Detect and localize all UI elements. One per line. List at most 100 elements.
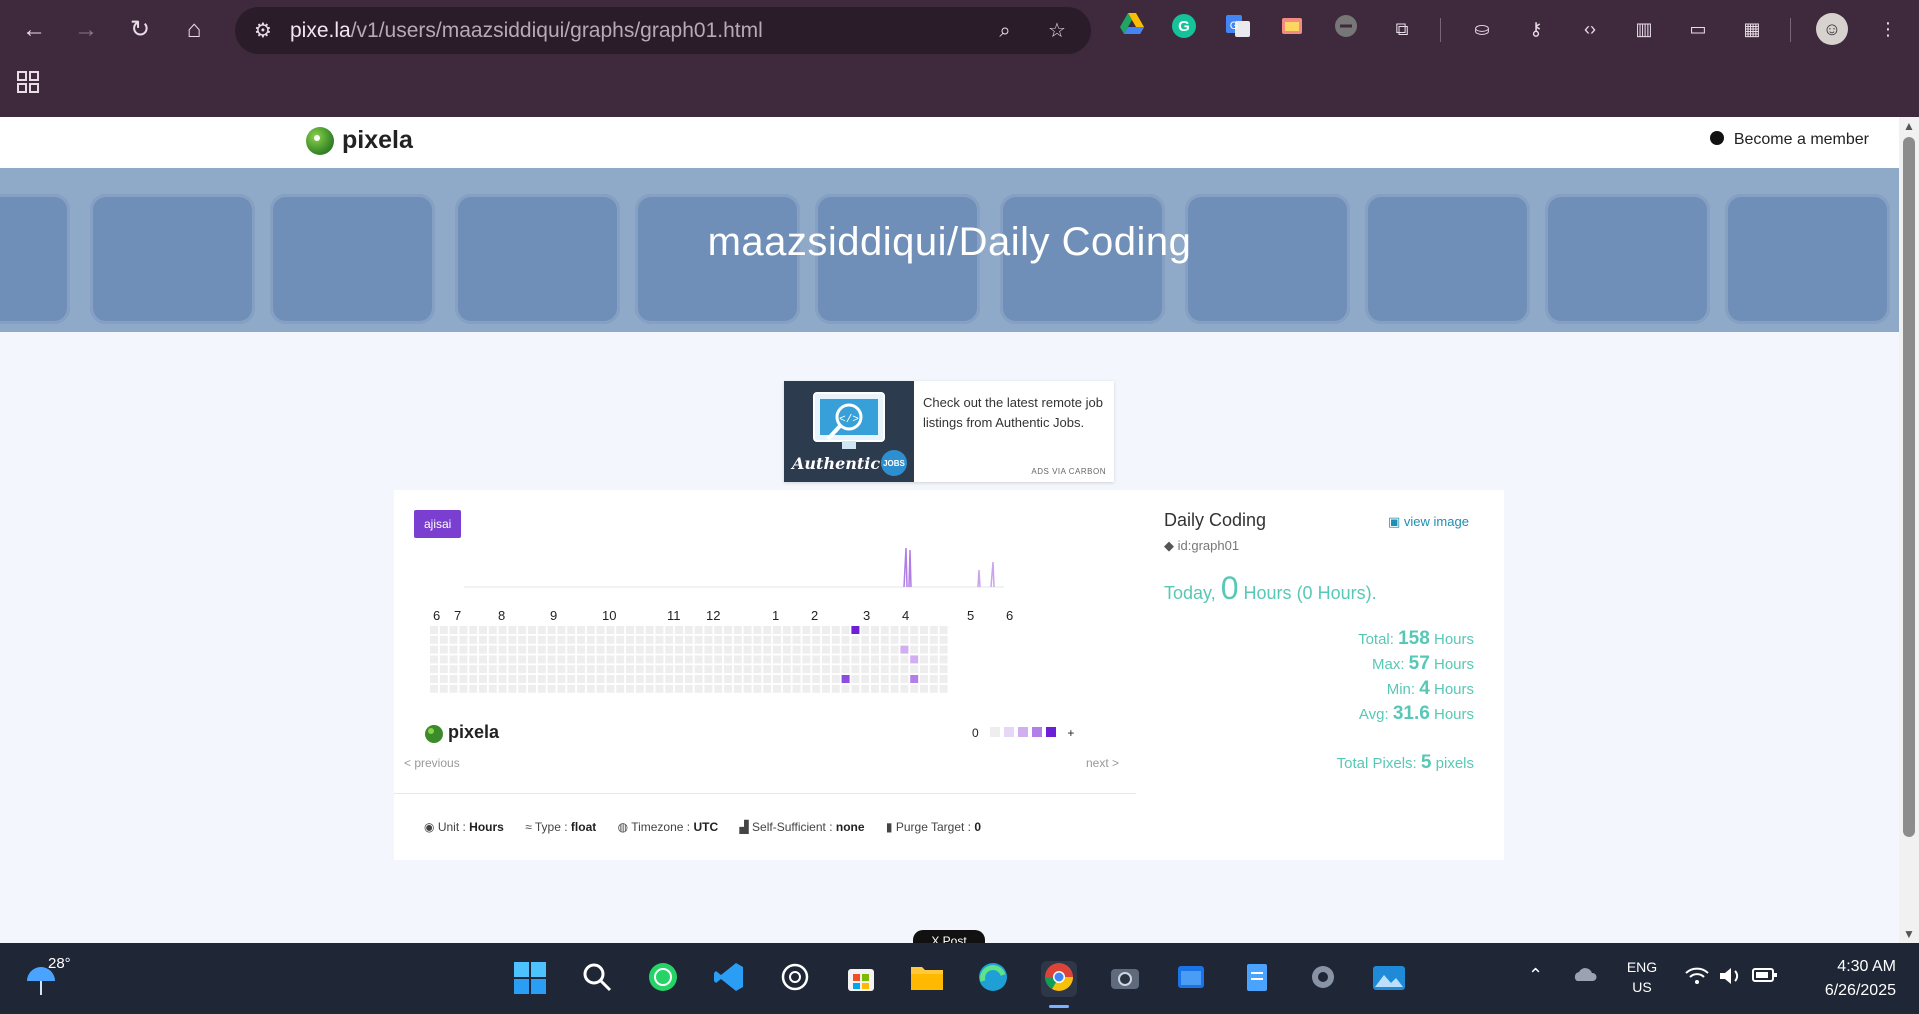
pixel-cell[interactable] xyxy=(733,684,742,693)
pixel-cell[interactable] xyxy=(479,665,487,674)
pixel-cell[interactable] xyxy=(880,665,889,674)
pixel-cell[interactable] xyxy=(577,635,585,644)
pixel-cell[interactable] xyxy=(616,635,625,644)
pixel-cell[interactable] xyxy=(596,655,605,664)
devtools-icon[interactable]: ‹› xyxy=(1574,13,1606,45)
pixel-cell[interactable] xyxy=(733,675,742,683)
pixel-cell[interactable] xyxy=(929,655,938,664)
app-window-icon[interactable] xyxy=(1173,961,1209,997)
pixel-cell[interactable] xyxy=(508,635,517,644)
pixel-cell[interactable] xyxy=(714,684,723,693)
pixel-cell[interactable] xyxy=(665,675,674,683)
apps-grid-icon[interactable] xyxy=(16,70,44,98)
ad-image[interactable]: </> JOBS Authentic xyxy=(784,381,914,482)
pixel-cell[interactable] xyxy=(939,645,948,654)
pixel-cell[interactable] xyxy=(694,684,703,693)
pixel-cell[interactable] xyxy=(802,626,811,634)
pixel-cell[interactable] xyxy=(724,645,732,654)
pixel-cell[interactable] xyxy=(626,645,634,654)
pixel-cell[interactable] xyxy=(880,645,889,654)
pixel-cell[interactable] xyxy=(596,675,605,683)
pixel-cell[interactable] xyxy=(459,635,468,644)
pixel-cell[interactable] xyxy=(567,645,576,654)
pixel-cell[interactable] xyxy=(900,684,909,693)
pixel-cell[interactable] xyxy=(694,655,703,664)
pixel-cell[interactable] xyxy=(684,675,693,683)
pixel-cell[interactable] xyxy=(822,675,830,683)
pixel-cell[interactable] xyxy=(724,635,732,644)
pixel-cell[interactable] xyxy=(841,684,850,693)
pixel-cell[interactable] xyxy=(518,626,527,634)
google-translate-icon[interactable]: G xyxy=(1222,13,1254,45)
start-icon[interactable] xyxy=(512,961,548,997)
pixel-cell[interactable] xyxy=(929,635,938,644)
pixel-cell[interactable] xyxy=(831,645,840,654)
pixel-cell[interactable] xyxy=(498,645,507,654)
pixel-cell[interactable] xyxy=(616,645,625,654)
pixel-cell[interactable] xyxy=(528,655,536,664)
sidebar-icon[interactable]: ▥ xyxy=(1628,13,1660,45)
pixel-cell[interactable] xyxy=(714,645,723,654)
pixel-cell[interactable] xyxy=(606,645,615,654)
pixel-cell[interactable] xyxy=(743,626,752,634)
google-drive-icon[interactable] xyxy=(1116,13,1148,45)
pixel-cell[interactable] xyxy=(684,684,693,693)
pixel-cell[interactable] xyxy=(596,635,605,644)
pixel-cell[interactable] xyxy=(557,626,566,634)
pixel-cell[interactable] xyxy=(831,626,840,634)
pixel-cell[interactable] xyxy=(567,635,576,644)
pixel-cell[interactable] xyxy=(910,684,919,693)
pixel-cell[interactable] xyxy=(665,665,674,674)
pixel-cell[interactable] xyxy=(635,655,644,664)
pixel-cell[interactable] xyxy=(871,645,879,654)
pixel-cell[interactable] xyxy=(449,635,458,644)
pixel-cell[interactable] xyxy=(430,626,438,634)
pixel-cell[interactable] xyxy=(606,655,615,664)
pixel-cell[interactable] xyxy=(655,675,664,683)
pixel-cell[interactable] xyxy=(782,645,791,654)
pixel-cell[interactable] xyxy=(655,655,664,664)
theme-badge[interactable]: ajisai xyxy=(414,510,462,538)
pixel-cell[interactable] xyxy=(910,665,919,674)
pixel-cell[interactable] xyxy=(773,675,781,683)
pixel-cell[interactable] xyxy=(880,655,889,664)
pixel-cell[interactable] xyxy=(459,655,468,664)
pixel-cell[interactable] xyxy=(880,675,889,683)
pixel-cell[interactable] xyxy=(586,675,595,683)
pixel-cell[interactable] xyxy=(469,645,478,654)
pixel-cell[interactable] xyxy=(733,665,742,674)
pixel-cell[interactable] xyxy=(675,626,683,634)
pixel-cell[interactable] xyxy=(439,626,448,634)
pixel-cell[interactable] xyxy=(635,635,644,644)
pixel-cell[interactable] xyxy=(459,684,468,693)
pixel-cell[interactable] xyxy=(773,626,781,634)
scroll-thumb[interactable] xyxy=(1903,137,1915,837)
next-link[interactable]: next > xyxy=(1086,756,1119,770)
pixel-cell[interactable] xyxy=(626,675,634,683)
pixel-cell[interactable] xyxy=(498,675,507,683)
pixel-cell[interactable] xyxy=(724,675,732,683)
pixel-cell[interactable] xyxy=(518,635,527,644)
search-icon[interactable] xyxy=(579,961,615,997)
home-button[interactable]: ⌂ xyxy=(176,12,212,48)
pixel-cell[interactable] xyxy=(900,665,909,674)
whatsapp-icon[interactable] xyxy=(645,961,681,997)
pixel-cell[interactable] xyxy=(518,645,527,654)
pixel-cell[interactable] xyxy=(635,675,644,683)
pixel-cell[interactable] xyxy=(851,655,860,664)
pixel-cell[interactable] xyxy=(871,635,879,644)
bookmark-star-icon[interactable]: ☆ xyxy=(1043,17,1071,45)
pixel-cell[interactable] xyxy=(733,635,742,644)
pixel-cell[interactable] xyxy=(606,665,615,674)
pixel-cell[interactable] xyxy=(616,655,625,664)
back-button[interactable]: ← xyxy=(16,12,52,48)
pixel-cell[interactable] xyxy=(557,665,566,674)
pixel-cell[interactable] xyxy=(479,645,487,654)
pixel-cell[interactable] xyxy=(528,675,536,683)
pixel-cell[interactable] xyxy=(616,665,625,674)
pixel-cell[interactable] xyxy=(655,684,664,693)
pixel-cell[interactable] xyxy=(792,626,801,634)
pixel-cell[interactable] xyxy=(939,675,948,683)
pixel-cell[interactable] xyxy=(822,665,830,674)
pixel-cell[interactable] xyxy=(753,635,762,644)
